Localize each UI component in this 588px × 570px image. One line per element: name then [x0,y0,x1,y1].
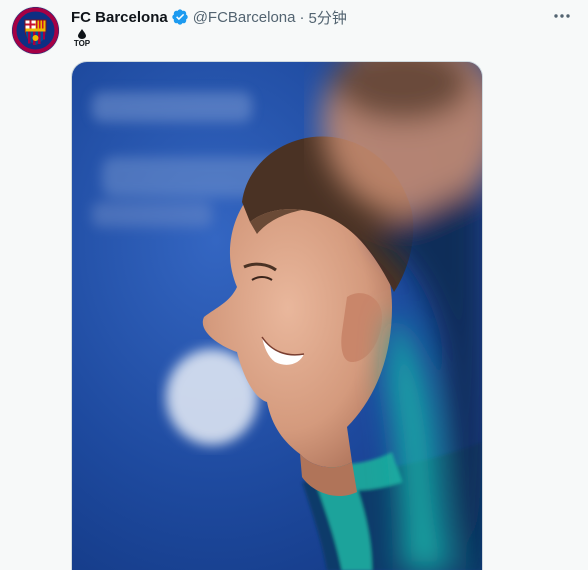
handle[interactable]: @FCBarcelona [193,9,296,26]
avatar[interactable] [12,7,59,54]
more-options-icon[interactable] [550,6,574,26]
tweet-photo[interactable] [71,61,483,570]
photo-smiling-player-profile [72,62,482,570]
tweet: FC Barcelona @FCBarcelona · 5分钟 TOP [0,0,588,570]
display-name[interactable]: FC Barcelona [71,9,168,26]
tweet-header: FC Barcelona @FCBarcelona · 5分钟 [71,6,347,28]
flame-icon [78,29,86,39]
timestamp[interactable]: 5分钟 [308,7,346,28]
top-badge: TOP [71,29,93,49]
top-badge-label: TOP [73,39,91,48]
verified-badge-icon [171,8,189,26]
fc-barcelona-crest-icon [12,7,59,54]
separator-dot: · [299,8,305,26]
